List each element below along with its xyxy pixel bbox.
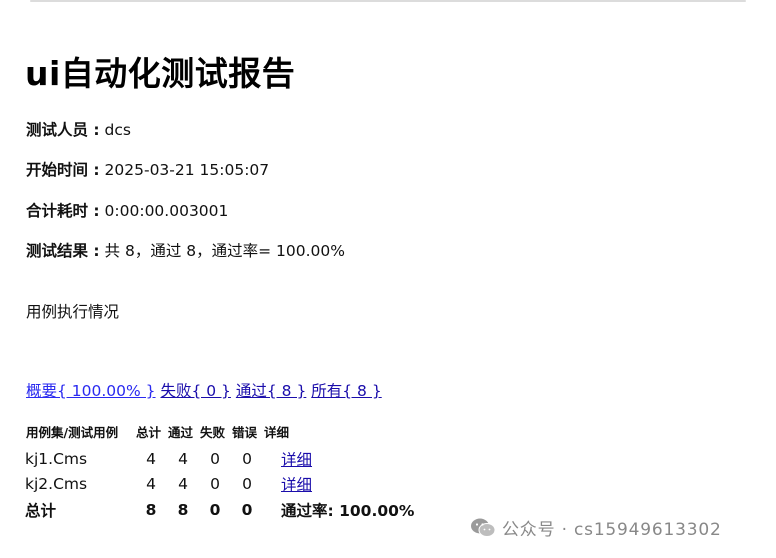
table-row: kj2.Cms 4 4 0 0 详细 — [25, 471, 414, 496]
error-count: 0 — [242, 474, 252, 493]
total-error-count: 0 — [241, 500, 253, 519]
header-suite: 用例集/测试用例 — [26, 425, 119, 440]
filter-summary-link[interactable]: 概要{ 100.00% } — [26, 382, 156, 400]
detail-cell: 详细 — [263, 471, 414, 496]
filter-all-link[interactable]: 所有{ 8 } — [311, 382, 381, 400]
detail-link[interactable]: 详细 — [281, 476, 312, 494]
table-row: kj1.Cms 4 4 0 0 详细 — [25, 446, 414, 471]
error-count: 0 — [242, 449, 252, 468]
filter-failed-link[interactable]: 失败{ 0 } — [160, 382, 230, 400]
total-fail-count: 0 — [209, 500, 221, 519]
result-row: 测试结果 : 共 8，通过 8，通过率= 100.00% — [26, 241, 345, 261]
section-title: 用例执行情况 — [26, 303, 120, 321]
table-header-row: 用例集/测试用例 总计 通过 失败 错误 详细 — [25, 420, 414, 446]
top-divider — [30, 0, 746, 2]
header-total: 总计 — [136, 425, 162, 440]
total-row: 总计 8 8 0 0 通过率: 100.00% — [25, 496, 414, 523]
detail-cell: 详细 — [263, 446, 414, 471]
fail-count: 0 — [210, 474, 220, 493]
detail-link[interactable]: 详细 — [281, 451, 312, 469]
header-detail: 详细 — [264, 425, 290, 440]
pass-count: 4 — [178, 474, 188, 493]
suite-name: kj1.Cms — [25, 449, 88, 468]
duration-label: 合计耗时 : — [26, 202, 100, 220]
duration-value: 0:00:00.003001 — [99, 202, 229, 220]
total-count: 4 — [146, 449, 156, 468]
header-fail: 失败 — [200, 425, 226, 440]
result-value: 共 8，通过 8，通过率= 100.00% — [99, 242, 345, 260]
start-time-label: 开始时间 : — [26, 161, 100, 179]
watermark-text: 公众号 · cs15949613302 — [502, 520, 722, 540]
filter-passed-link[interactable]: 通过{ 8 } — [236, 382, 306, 400]
total-count: 8 — [145, 500, 157, 519]
total-count: 4 — [146, 474, 156, 493]
tester-value: dcs — [99, 121, 131, 139]
total-pass-count: 8 — [177, 500, 189, 519]
report-title: ui自动化测试报告 — [25, 54, 296, 93]
fail-count: 0 — [210, 449, 220, 468]
pass-rate: 通过率: 100.00% — [281, 501, 415, 520]
filter-links: 概要{ 100.00% } 失败{ 0 } 通过{ 8 } 所有{ 8 } — [26, 380, 382, 402]
duration-row: 合计耗时 : 0:00:00.003001 — [26, 201, 228, 221]
result-table: 用例集/测试用例 总计 通过 失败 错误 详细 kj1.Cms 4 4 0 0 … — [25, 420, 414, 523]
start-time-row: 开始时间 : 2025-03-21 15:05:07 — [26, 160, 269, 180]
tester-row: 测试人员 : dcs — [26, 120, 131, 140]
wechat-icon — [470, 517, 496, 539]
total-label: 总计 — [25, 501, 57, 520]
tester-label: 测试人员 : — [26, 121, 100, 139]
header-error: 错误 — [232, 425, 258, 440]
start-time-value: 2025-03-21 15:05:07 — [99, 161, 270, 179]
watermark: 公众号 · cs15949613302 — [470, 515, 722, 540]
pass-count: 4 — [178, 449, 188, 468]
header-pass: 通过 — [168, 425, 194, 440]
suite-name: kj2.Cms — [25, 474, 88, 493]
result-label: 测试结果 : — [26, 242, 100, 260]
